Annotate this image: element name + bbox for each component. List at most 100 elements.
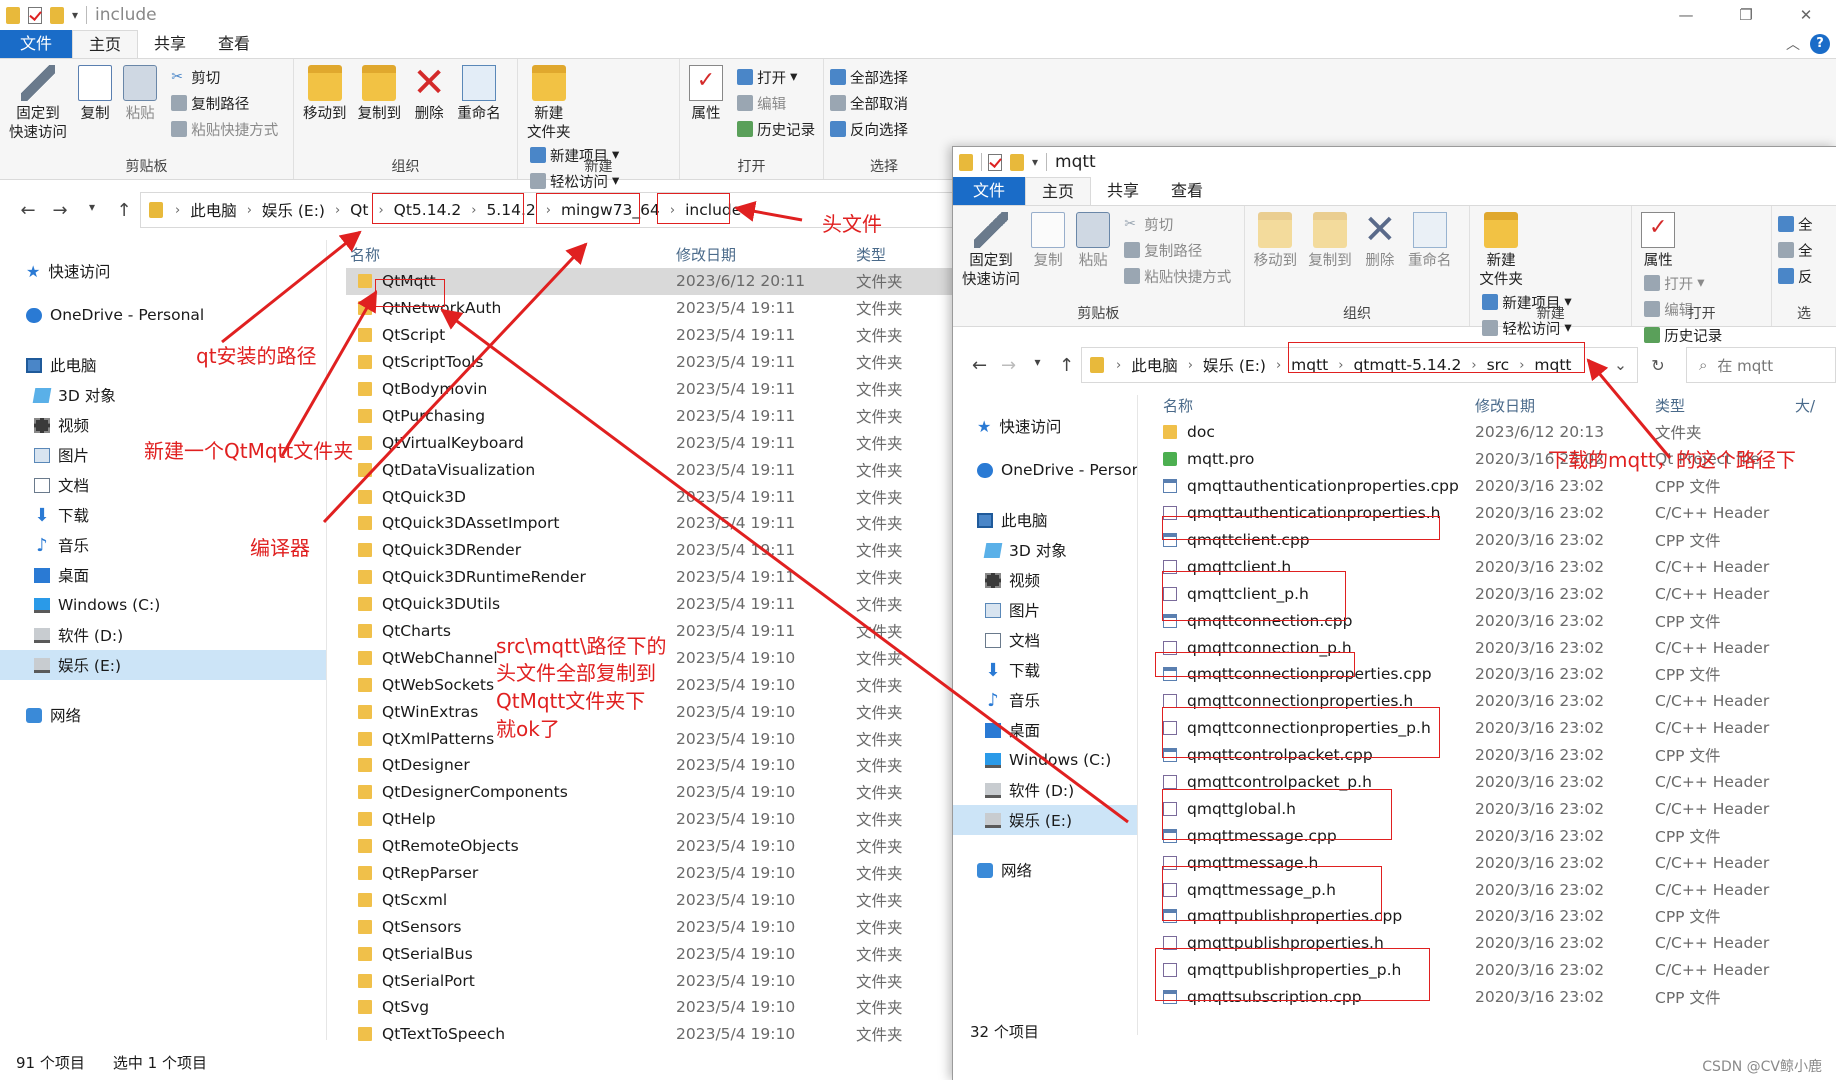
breadcrumb-item[interactable]: include	[685, 201, 741, 219]
pin-quick-access-button[interactable]: 固定到 快速访问	[9, 65, 67, 143]
table-row[interactable]: QtDesignerComponents 2023/5/4 19:10 文件夹	[346, 779, 952, 806]
search-input[interactable]: ⌕ 在 mqtt	[1686, 347, 1836, 383]
up-arrow-icon[interactable]: ↑	[108, 200, 140, 221]
restore-icon[interactable]: ❐	[1716, 0, 1776, 30]
properties-checkbox-icon[interactable]	[988, 153, 1002, 171]
table-row[interactable]: qmqttpublishproperties_p.h 2020/3/16 23:0…	[1151, 957, 1836, 984]
table-row[interactable]: QtTextToSpeech 2023/5/4 19:10 文件夹	[346, 1021, 952, 1048]
nav-item[interactable]: 此电脑	[953, 505, 1137, 535]
table-row[interactable]: qmqttsubscription.cpp 2020/3/16 23:02 CPP …	[1151, 984, 1836, 1011]
help-icon[interactable]: ?	[1810, 34, 1830, 54]
pin-quick-access-button[interactable]: 固定到 快速访问	[962, 212, 1020, 290]
rename-button[interactable]: 重命名	[1408, 212, 1451, 271]
table-row[interactable]: qmqttclient.h 2020/3/16 23:02 C/C++ Header	[1151, 553, 1836, 580]
edit-button[interactable]: 编辑	[737, 91, 815, 115]
collapse-ribbon-icon[interactable]: ︿	[1786, 34, 1800, 54]
nav-item[interactable]: 桌面	[0, 560, 326, 590]
nav-item[interactable]: 视频	[953, 565, 1137, 595]
table-row[interactable]: QtXmlPatterns 2023/5/4 19:10 文件夹	[346, 725, 952, 752]
table-row[interactable]: qmqttmessage.h 2020/3/16 23:02 C/C++ Heade…	[1151, 849, 1836, 876]
copy-path-button[interactable]: 复制路径	[171, 91, 278, 115]
column-header-date[interactable]: 修改日期	[676, 244, 856, 265]
table-row[interactable]: QtMqtt 2023/6/12 20:11 文件夹	[346, 268, 952, 295]
move-to-button[interactable]: 移动到	[303, 65, 347, 124]
table-row[interactable]: QtCharts 2023/5/4 19:11 文件夹	[346, 618, 952, 645]
nav-item[interactable]: 娱乐 (E:)	[953, 805, 1137, 835]
tab-home[interactable]: 主页	[1025, 177, 1092, 205]
chevron-right-icon[interactable]: ›	[1188, 358, 1193, 373]
nav-item[interactable]: 软件 (D:)	[0, 620, 326, 650]
nav-item[interactable]: OneDrive - Personal	[0, 300, 326, 330]
table-row[interactable]: qmqttauthenticationproperties.cpp 2020/3/…	[1151, 473, 1836, 500]
table-row[interactable]: QtNetworkAuth 2023/5/4 19:11 文件夹	[346, 295, 952, 322]
breadcrumb-item[interactable]: src	[1487, 356, 1510, 374]
chevron-right-icon[interactable]: ›	[247, 203, 252, 218]
paste-button[interactable]: 粘贴	[1076, 212, 1111, 271]
tab-home[interactable]: 主页	[72, 30, 139, 58]
nav-item[interactable]: 网络	[0, 700, 326, 730]
breadcrumb-item[interactable]: mqtt	[1534, 356, 1571, 374]
forward-arrow-icon[interactable]: →	[44, 200, 76, 221]
chevron-right-icon[interactable]: ›	[175, 203, 180, 218]
table-row[interactable]: QtSerialPort 2023/5/4 19:10 文件夹	[346, 967, 952, 994]
column-header-date[interactable]: 修改日期	[1475, 395, 1655, 416]
pane-divider[interactable]	[326, 240, 327, 1040]
new-folder-icon[interactable]	[1010, 153, 1024, 171]
chevron-right-icon[interactable]: ›	[335, 203, 340, 218]
nav-item[interactable]: ★ 快速访问	[953, 411, 1137, 441]
table-row[interactable]: doc 2023/6/12 20:13 文件夹	[1151, 419, 1836, 446]
new-folder-button[interactable]: 新建 文件夹	[1479, 212, 1523, 290]
nav-item[interactable]: ♪ 音乐	[953, 685, 1137, 715]
nav-item[interactable]: 娱乐 (E:)	[0, 650, 326, 680]
tab-file[interactable]: 文件	[953, 177, 1026, 205]
breadcrumb-item[interactable]: Qt5.14.2	[394, 201, 462, 219]
nav-item[interactable]: ⬇ 下载	[0, 500, 326, 530]
tab-view[interactable]: 查看	[1155, 177, 1219, 205]
table-row[interactable]: qmqttclient_p.h 2020/3/16 23:02 C/C++ Head…	[1151, 580, 1836, 607]
back-arrow-icon[interactable]: ←	[12, 200, 44, 221]
copy-path-button[interactable]: 复制路径	[1124, 238, 1231, 262]
column-header-size[interactable]: 大/	[1795, 395, 1835, 416]
chevron-right-icon[interactable]: ›	[378, 203, 383, 218]
invert-selection-button[interactable]: 反向选择	[830, 117, 908, 141]
recent-dropdown-icon[interactable]: ▾	[76, 200, 108, 221]
select-none-button[interactable]: 全	[1778, 238, 1813, 262]
chevron-right-icon[interactable]: ›	[1519, 358, 1524, 373]
select-all-button[interactable]: 全	[1778, 212, 1813, 236]
nav-item[interactable]: 图片	[953, 595, 1137, 625]
rename-button[interactable]: 重命名	[457, 65, 501, 124]
table-row[interactable]: qmqttconnectionproperties.h 2020/3/16 23:…	[1151, 688, 1836, 715]
up-arrow-icon[interactable]: ↑	[1052, 355, 1081, 376]
breadcrumb-item[interactable]: qtmqtt-5.14.2	[1353, 356, 1461, 374]
table-row[interactable]: QtVirtualKeyboard 2023/5/4 19:11 文件夹	[346, 429, 952, 456]
customize-toolbar-chevron-icon[interactable]: ▾	[1032, 155, 1038, 169]
table-row[interactable]: mqtt.pro 2020/3/16 23:02 Qt Project file	[1151, 446, 1836, 473]
table-row[interactable]: QtWinExtras 2023/5/4 19:10 文件夹	[346, 698, 952, 725]
table-row[interactable]: qmqttpublishproperties.cpp 2020/3/16 23:0…	[1151, 903, 1836, 930]
chevron-right-icon[interactable]: ›	[1276, 358, 1281, 373]
table-row[interactable]: QtQuick3DAssetImport 2023/5/4 19:11 文件夹	[346, 510, 952, 537]
table-row[interactable]: QtQuick3DUtils 2023/5/4 19:11 文件夹	[346, 591, 952, 618]
chevron-right-icon[interactable]: ›	[1116, 358, 1121, 373]
table-row[interactable]: qmqttauthenticationproperties.h 2020/3/16…	[1151, 500, 1836, 527]
table-row[interactable]: QtWebSockets 2023/5/4 19:10 文件夹	[346, 671, 952, 698]
nav-item[interactable]: 视频	[0, 410, 326, 440]
breadcrumb-item[interactable]: 娱乐 (E:)	[1203, 354, 1266, 376]
select-none-button[interactable]: 全部取消	[830, 91, 908, 115]
table-row[interactable]: QtDataVisualization 2023/5/4 19:11 文件夹	[346, 456, 952, 483]
table-row[interactable]: qmqttconnectionproperties.cpp 2020/3/16 2…	[1151, 661, 1836, 688]
nav-item[interactable]: Windows (C:)	[0, 590, 326, 620]
properties-checkbox-icon[interactable]	[28, 6, 42, 24]
table-row[interactable]: QtSerialBus 2023/5/4 19:10 文件夹	[346, 940, 952, 967]
table-row[interactable]: qmqttmessage.cpp 2020/3/16 23:02 CPP 文件	[1151, 822, 1836, 849]
breadcrumb-item[interactable]: 5.14.2	[486, 201, 535, 219]
nav-item[interactable]: 此电脑	[0, 350, 326, 380]
open-button[interactable]: 打开 ▾	[1644, 271, 1722, 295]
table-row[interactable]: QtScriptTools 2023/5/4 19:11 文件夹	[346, 349, 952, 376]
table-row[interactable]: QtRepParser 2023/5/4 19:10 文件夹	[346, 860, 952, 887]
table-row[interactable]: qmqttconnection_p.h 2020/3/16 23:02 C/C++ …	[1151, 634, 1836, 661]
table-row[interactable]: QtQuick3D 2023/5/4 19:11 文件夹	[346, 483, 952, 510]
new-folder-icon[interactable]	[50, 6, 64, 24]
table-row[interactable]: QtSensors 2023/5/4 19:10 文件夹	[346, 913, 952, 940]
copy-to-button[interactable]: 复制到	[358, 65, 401, 124]
